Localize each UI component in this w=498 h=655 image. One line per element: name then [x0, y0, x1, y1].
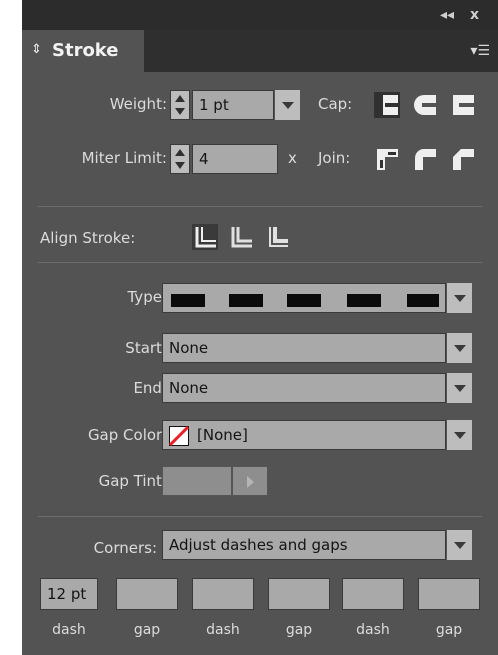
dash-segment	[229, 294, 263, 307]
gap-1-input[interactable]	[116, 578, 178, 610]
round-join-button[interactable]	[412, 146, 438, 172]
collapse-panel-icon[interactable]: ◂◂	[440, 6, 454, 24]
weight-label: Weight:	[109, 95, 167, 113]
bevel-join-button[interactable]	[450, 146, 476, 172]
align-inside-button[interactable]	[228, 224, 254, 250]
projecting-cap-button[interactable]	[450, 92, 476, 118]
miter-join-icon	[377, 149, 398, 170]
start-dropdown-arrow[interactable]	[446, 333, 472, 363]
corners-select[interactable]: Adjust dashes and gaps	[162, 530, 446, 560]
gap-color-value: [None]	[197, 426, 248, 444]
tab-stroke[interactable]: ⇕ Stroke	[22, 30, 144, 72]
cap-label: Cap:	[318, 95, 353, 113]
stroke-panel: ◂◂ x ⇕ Stroke ▾☰ Weight: 1 pt Cap: Miter…	[22, 0, 498, 655]
panel-menu-icon[interactable]: ▾☰	[470, 42, 490, 60]
dash-segment	[347, 294, 381, 307]
end-dropdown-arrow[interactable]	[446, 373, 472, 403]
close-panel-icon[interactable]: x	[470, 6, 479, 24]
gap-tint-slider-button	[232, 466, 268, 496]
weight-dropdown-arrow[interactable]	[274, 90, 300, 120]
align-outside-icon	[269, 227, 288, 247]
gap-3-input[interactable]	[418, 578, 480, 610]
dash-3-label: dash	[356, 622, 390, 638]
corners-label: Corners:	[93, 539, 157, 557]
separator	[38, 516, 482, 517]
weight-input[interactable]: 1 pt	[192, 90, 274, 120]
end-label: End:	[133, 379, 167, 397]
butt-cap-icon	[379, 95, 398, 115]
dash-2-input[interactable]	[192, 578, 254, 610]
projecting-cap-icon	[453, 95, 474, 115]
dash-1-label: dash	[52, 622, 86, 638]
dash-segment	[407, 294, 439, 307]
gap-3-label: gap	[435, 622, 463, 638]
dash-segment	[287, 294, 321, 307]
align-outside-button[interactable]	[264, 224, 290, 250]
round-cap-button[interactable]	[412, 92, 438, 118]
dash-1-input[interactable]: 12 pt	[40, 578, 98, 610]
gap-2-input[interactable]	[268, 578, 330, 610]
miter-suffix: x	[288, 149, 297, 167]
type-label: Type:	[127, 288, 167, 306]
start-select[interactable]: None	[162, 333, 446, 363]
corners-dropdown-arrow[interactable]	[446, 530, 472, 560]
align-center-button[interactable]	[192, 224, 218, 250]
panel-title-bar: ◂◂ x	[22, 0, 498, 30]
stroke-type-select[interactable]	[162, 283, 446, 313]
updown-arrows-icon: ⇕	[31, 42, 42, 57]
gap-color-label: Gap Color:	[87, 426, 167, 444]
start-label: Start:	[125, 339, 167, 357]
butt-cap-button[interactable]	[374, 92, 400, 118]
tab-stroke-label: Stroke	[52, 40, 119, 61]
join-label: Join:	[318, 149, 351, 167]
bevel-join-icon	[453, 149, 474, 170]
gap-tint-label: Gap Tint:	[98, 472, 167, 490]
round-cap-icon	[414, 95, 436, 115]
miter-limit-label: Miter Limit:	[81, 149, 167, 167]
gap-1-label: gap	[133, 622, 161, 638]
gap-tint-input	[162, 466, 232, 496]
separator	[38, 262, 482, 263]
end-select[interactable]: None	[162, 373, 446, 403]
align-stroke-label: Align Stroke:	[40, 229, 136, 247]
type-dropdown-arrow[interactable]	[446, 283, 472, 313]
miter-join-button[interactable]	[374, 146, 400, 172]
align-inside-icon	[231, 227, 252, 248]
gap-color-dropdown-arrow[interactable]	[446, 420, 472, 450]
align-center-icon	[195, 227, 216, 248]
separator	[38, 206, 482, 207]
dash-2-label: dash	[206, 622, 240, 638]
weight-stepper[interactable]	[170, 90, 190, 120]
none-swatch-icon	[169, 426, 189, 446]
miter-limit-stepper[interactable]	[170, 144, 190, 174]
gap-color-select[interactable]: [None]	[162, 420, 446, 450]
miter-limit-input[interactable]: 4	[192, 144, 278, 174]
dash-segment	[171, 294, 205, 307]
gap-2-label: gap	[285, 622, 313, 638]
dash-3-input[interactable]	[342, 578, 404, 610]
round-join-icon	[415, 149, 436, 170]
tab-bar: ⇕ Stroke ▾☰	[22, 30, 498, 72]
